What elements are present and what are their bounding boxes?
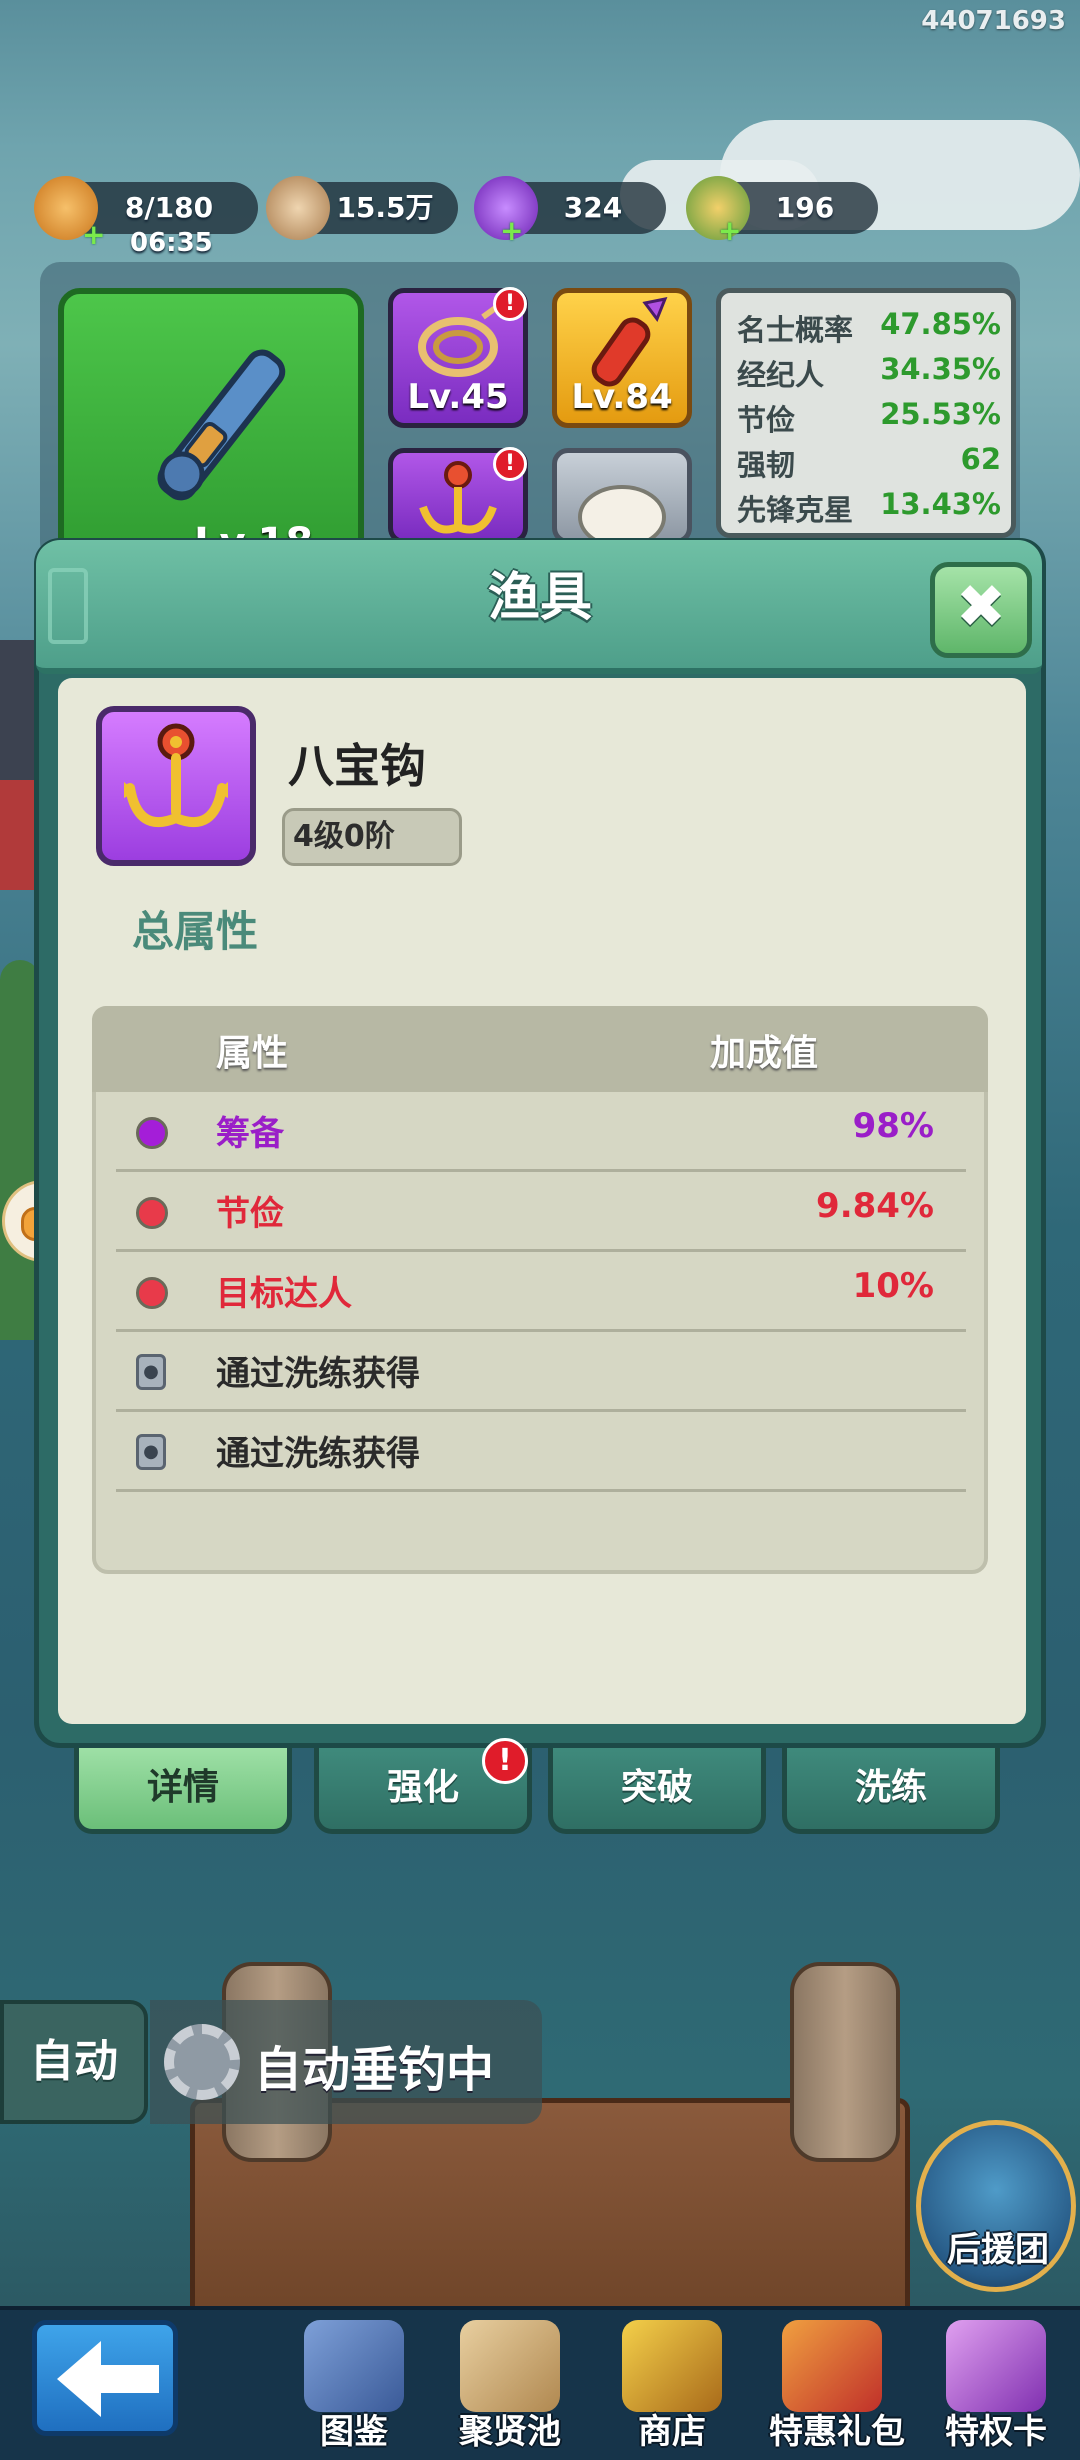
nav-item-talent-pool[interactable]: 聚贤池 xyxy=(430,2316,590,2456)
dock-post xyxy=(790,1962,900,2162)
temple-wall xyxy=(0,780,36,890)
auto-status-label: 自动垂钓中 xyxy=(254,2042,495,2098)
tab-details[interactable]: 详情 xyxy=(74,1748,292,1834)
attribute-dot-icon xyxy=(136,1277,168,1309)
alert-badge: ! xyxy=(493,447,527,481)
stat-value: 47.85% xyxy=(880,307,1001,341)
attribute-table-header: 属性 加成值 xyxy=(92,1006,988,1092)
treasure-basket-icon xyxy=(622,2320,722,2412)
tab-refine[interactable]: 洗练 xyxy=(782,1748,1000,1834)
arrow-shaft xyxy=(95,2365,159,2393)
item-name: 八宝钩 xyxy=(288,739,426,793)
lock-icon: ● xyxy=(136,1354,166,1390)
section-title: 总属性 xyxy=(132,907,259,956)
attribute-value: 98% xyxy=(852,1106,934,1146)
hook-icon xyxy=(124,723,228,828)
stat-row: 经纪人 34.35% xyxy=(737,352,1001,397)
gift-pack-icon xyxy=(782,2320,882,2412)
alert-badge: ! xyxy=(493,287,527,321)
map-scroll-icon xyxy=(460,2320,560,2412)
stat-value: 25.53% xyxy=(880,397,1001,431)
stat-row: 强韧 62 xyxy=(737,442,1001,487)
attribute-row: 目标达人 10% xyxy=(116,1252,966,1332)
fishing-rod-icon xyxy=(157,349,286,501)
nav-label: 商店 xyxy=(638,2412,706,2452)
back-button[interactable] xyxy=(32,2320,178,2436)
attribute-dot-icon xyxy=(136,1117,168,1149)
slot-level: Lv.45 xyxy=(407,377,509,417)
attribute-dot-icon xyxy=(136,1197,168,1229)
attribute-name: 目标达人 xyxy=(216,1274,352,1314)
plus-icon[interactable]: + xyxy=(718,217,741,245)
nav-item-privilege-card[interactable]: 特权卡 xyxy=(916,2316,1076,2456)
main-rod-slot[interactable]: Lv.18 xyxy=(58,288,364,578)
equipment-slot-bobber[interactable]: Lv.84 xyxy=(552,288,692,428)
attribute-name: 通过洗练获得 xyxy=(216,1434,420,1474)
equipment-slot-bait[interactable] xyxy=(552,448,692,547)
header-bonus: 加成值 xyxy=(710,1033,819,1074)
tab-breakthrough[interactable]: 突破 xyxy=(548,1748,766,1834)
support-team-label: 后援团 xyxy=(947,2230,1049,2270)
alert-badge: ! xyxy=(482,1738,528,1784)
resource-coins[interactable]: 15.5万 xyxy=(266,176,458,240)
attribute-name: 节俭 xyxy=(216,1194,284,1234)
stat-name: 节俭 xyxy=(737,403,796,437)
header-attribute: 属性 xyxy=(216,1033,289,1074)
nav-item-special-offer[interactable]: 特惠礼包 xyxy=(752,2316,922,2456)
stat-row: 名士概率 47.85% xyxy=(737,307,1001,352)
close-button[interactable]: ✖ xyxy=(930,562,1032,658)
stat-name: 名士概率 xyxy=(737,313,854,347)
stamina-timer: 06:35 xyxy=(130,228,213,258)
nav-item-codex[interactable]: 图鉴 xyxy=(274,2316,434,2456)
resource-value: 15.5万 xyxy=(336,191,434,224)
auto-fishing-status[interactable]: 自动垂钓中 xyxy=(150,2000,542,2124)
plus-icon[interactable]: + xyxy=(500,217,523,245)
bun-icon xyxy=(578,485,666,547)
item-level: 4级0阶 xyxy=(282,808,462,866)
attribute-row-locked: ● 通过洗练获得 xyxy=(116,1332,966,1412)
nav-label: 特惠礼包 xyxy=(769,2412,905,2452)
slot-level: Lv.84 xyxy=(571,377,673,417)
stat-name: 先锋克星 xyxy=(737,493,854,527)
stat-value: 62 xyxy=(960,442,1001,476)
nav-label: 特权卡 xyxy=(945,2412,1047,2452)
equipment-slot-rope[interactable]: Lv.45 ! xyxy=(388,287,528,428)
stat-value: 13.43% xyxy=(880,487,1001,521)
attribute-name: 筹备 xyxy=(216,1114,284,1154)
equipment-slot-hook[interactable]: ! xyxy=(388,447,528,544)
stat-value: 34.35% xyxy=(880,352,1001,386)
attribute-name: 通过洗练获得 xyxy=(216,1354,420,1394)
nav-label: 聚贤池 xyxy=(459,2412,561,2452)
stat-row: 先锋克星 13.43% xyxy=(737,487,1001,532)
book-icon xyxy=(304,2320,404,2412)
gear-icon xyxy=(164,2024,240,2100)
nav-label: 图鉴 xyxy=(320,2412,388,2452)
user-id: 44071693 xyxy=(921,6,1066,36)
stats-panel: 名士概率 47.85% 经纪人 34.35% 节俭 25.53% 强韧 62 先锋克星 1… xyxy=(716,288,1016,538)
item-icon[interactable] xyxy=(96,706,256,866)
auto-button[interactable]: 自动 xyxy=(0,2000,148,2124)
attribute-row: 节俭 9.84% xyxy=(116,1172,966,1252)
attribute-value: 10% xyxy=(852,1266,934,1306)
privilege-card-icon xyxy=(946,2320,1046,2412)
modal-title: 渔具 xyxy=(487,568,592,628)
attribute-row-locked: ● 通过洗练获得 xyxy=(116,1412,966,1492)
stat-name: 强韧 xyxy=(737,448,796,482)
resource-stamina[interactable]: 8/180 xyxy=(34,176,258,240)
plus-icon[interactable]: + xyxy=(82,221,105,249)
resource-value: 8/180 xyxy=(124,191,214,224)
attribute-value: 9.84% xyxy=(816,1186,934,1226)
attribute-row: 筹备 98% xyxy=(116,1092,966,1172)
nav-item-shop[interactable]: 商店 xyxy=(592,2316,752,2456)
stat-row: 节俭 25.53% xyxy=(737,397,1001,442)
lock-icon: ● xyxy=(136,1434,166,1470)
stat-name: 经纪人 xyxy=(737,358,825,392)
